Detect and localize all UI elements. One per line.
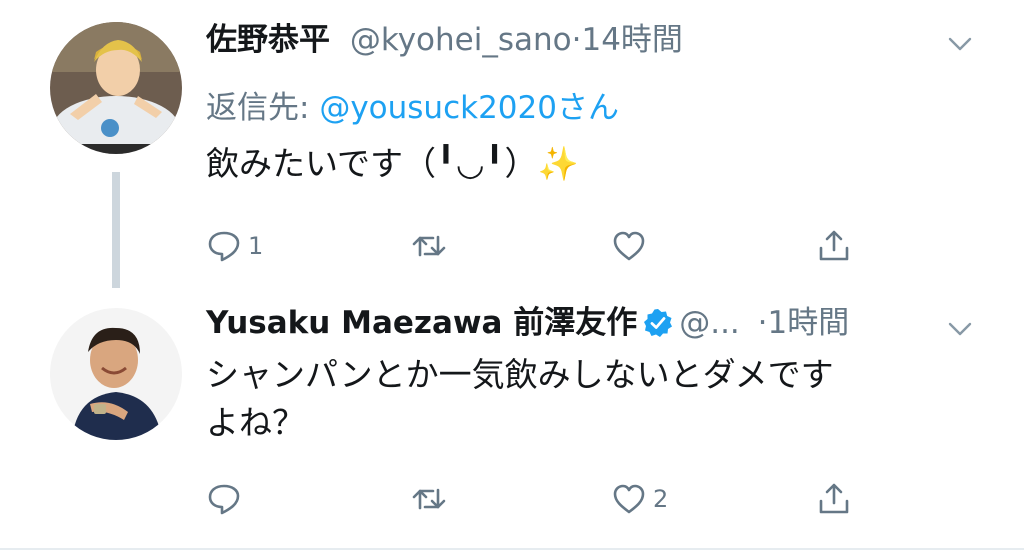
separator-dot: · <box>571 22 582 58</box>
verified-badge-icon <box>644 308 673 337</box>
thread-line <box>112 172 120 288</box>
reply-count: 1 <box>248 232 264 260</box>
avatar[interactable] <box>50 22 182 154</box>
retweet-button[interactable] <box>411 224 453 268</box>
reply-mention-link[interactable]: @yousuck2020さん <box>319 90 619 126</box>
chevron-down-icon[interactable] <box>946 30 974 58</box>
tweet-text: 飲みたいです（╹◡╹）✨ <box>206 144 579 183</box>
user-handle[interactable]: @... <box>679 305 740 341</box>
tweet-text-line: よね？ <box>206 403 305 442</box>
display-name[interactable]: 佐野恭平 <box>206 22 330 58</box>
share-button[interactable] <box>816 477 852 521</box>
like-count: 2 <box>653 485 669 513</box>
like-button[interactable] <box>611 224 653 268</box>
share-icon <box>819 230 849 261</box>
tweet-actions: 1 <box>206 224 886 268</box>
reply-icon <box>208 484 240 515</box>
tweet[interactable]: Yusaku Maezawa 前澤友作 @... ·1時間 シャンパンとか一気飲… <box>0 285 1024 550</box>
like-icon <box>613 484 645 514</box>
separator-dot: · <box>757 305 768 341</box>
display-name[interactable]: Yusaku Maezawa 前澤友作 <box>206 305 637 341</box>
reply-context: 返信先: @yousuck2020さん <box>206 82 619 127</box>
chevron-down-icon[interactable] <box>946 315 974 343</box>
reply-prefix: 返信先: <box>206 90 320 126</box>
tweet[interactable]: 佐野恭平 @kyohei_sano·14時間 返信先: @yousuck2020… <box>0 0 1024 288</box>
reply-icon <box>208 231 240 262</box>
reply-button[interactable] <box>206 477 248 521</box>
tweet-text: シャンパンとか一気飲みしないとダメです よね？ <box>206 351 834 447</box>
share-button[interactable] <box>816 224 852 268</box>
tweet-actions: 2 <box>206 477 886 521</box>
tweet-text-line: シャンパンとか一気飲みしないとダメです <box>206 355 834 394</box>
timestamp[interactable]: 1時間 <box>768 305 850 341</box>
like-button[interactable]: 2 <box>611 477 668 521</box>
timestamp[interactable]: 14時間 <box>581 22 682 58</box>
share-icon <box>819 483 849 514</box>
retweet-icon <box>412 235 446 257</box>
avatar[interactable] <box>50 308 182 440</box>
tweet-header: Yusaku Maezawa 前澤友作 @... ·1時間 <box>206 305 849 342</box>
tweet-header: 佐野恭平 @kyohei_sano·14時間 <box>206 22 683 59</box>
reply-button[interactable]: 1 <box>206 224 263 268</box>
user-handle[interactable]: @kyohei_sano <box>350 22 572 58</box>
like-icon <box>613 231 645 261</box>
retweet-button[interactable] <box>411 477 453 521</box>
retweet-icon <box>412 488 446 510</box>
